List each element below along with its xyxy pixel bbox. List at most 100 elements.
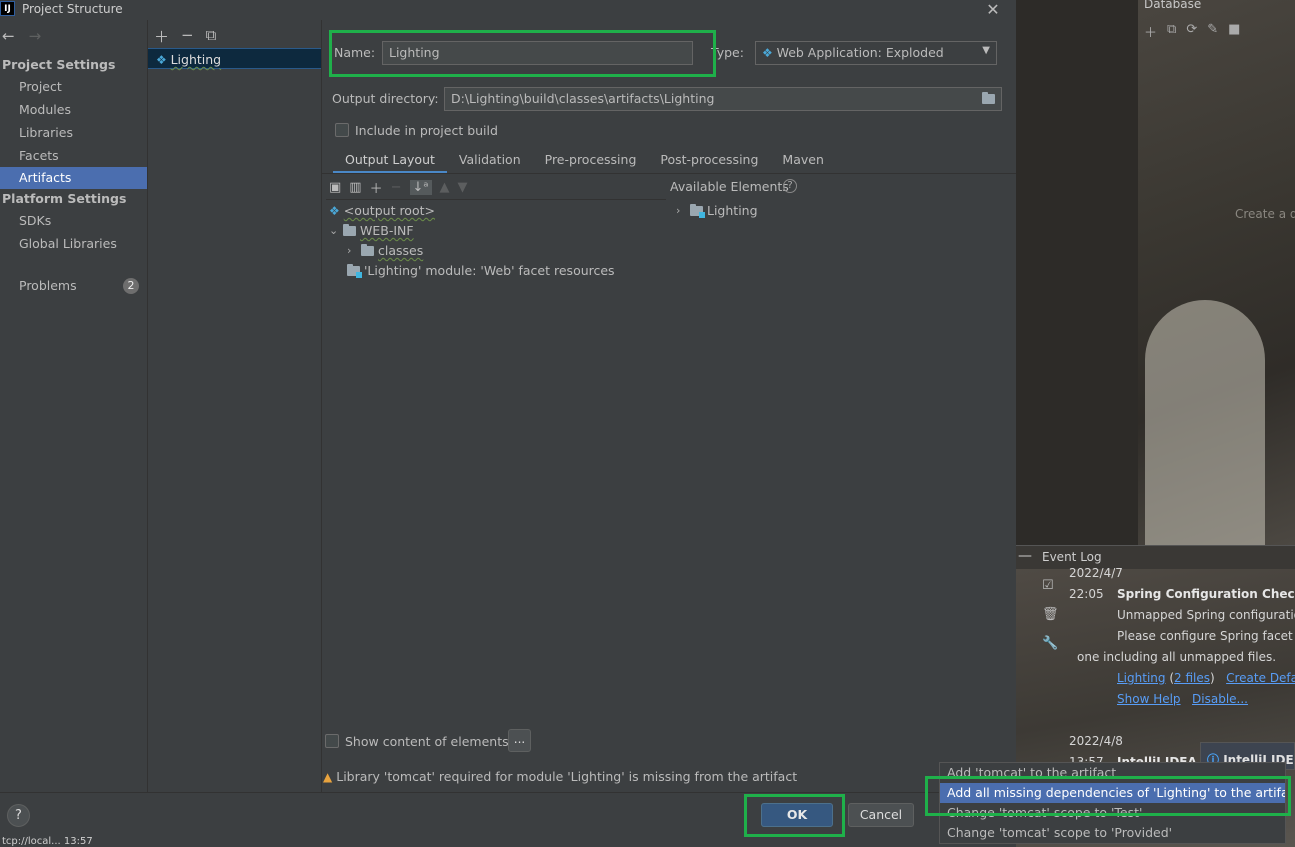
- output-directory-field[interactable]: D:\Lighting\build\classes\artifacts\Ligh…: [444, 87, 1002, 111]
- nav-item-project[interactable]: Project: [0, 76, 147, 98]
- close-icon[interactable]: ✕: [984, 0, 1002, 19]
- warning-text: Library 'tomcat' required for module 'Li…: [336, 769, 798, 784]
- trash-icon[interactable]: 🗑: [1042, 607, 1059, 622]
- folder-icon: [343, 223, 356, 236]
- type-select[interactable]: ❖ Web Application: Exploded ▼: [755, 41, 997, 65]
- copy-icon[interactable]: ⧉: [206, 26, 217, 47]
- database-toolbar: ＋ ⧉ ⟳ ✎ ■: [1144, 22, 1240, 41]
- forward-arrow-icon[interactable]: →: [29, 27, 42, 45]
- web-inf-label: WEB-INF: [360, 223, 414, 238]
- nav-item-artifacts[interactable]: Artifacts: [0, 167, 147, 189]
- wrench-icon[interactable]: 🔧: [1042, 636, 1059, 651]
- chevron-right-icon[interactable]: ›: [676, 204, 686, 217]
- log-date: 2022/4/8: [1069, 734, 1123, 748]
- move-up-icon[interactable]: ▲: [440, 180, 450, 195]
- add-icon[interactable]: ＋: [370, 178, 383, 197]
- log-heading: Spring Configuration Check: [1117, 587, 1295, 601]
- add-icon[interactable]: ＋: [1144, 22, 1157, 41]
- type-value: Web Application: Exploded: [776, 45, 944, 60]
- cancel-button[interactable]: Cancel: [848, 803, 914, 827]
- database-title: Database: [1144, 0, 1202, 11]
- add-icon[interactable]: ＋: [154, 26, 169, 47]
- title-bar: [0, 0, 1016, 20]
- tab-maven[interactable]: Maven: [770, 150, 835, 174]
- platform-settings-heading: Platform Settings: [2, 191, 127, 206]
- minimize-icon[interactable]: —: [1018, 548, 1032, 564]
- chevron-down-icon: ▼: [982, 45, 990, 56]
- include-in-build-checkbox[interactable]: [335, 123, 349, 137]
- include-in-build-label: Include in project build: [355, 123, 498, 138]
- remove-icon[interactable]: −: [391, 180, 402, 195]
- intellij-icon: IJ: [0, 1, 15, 16]
- tab-pre-processing[interactable]: Pre-processing: [533, 150, 649, 174]
- log-line: Please configure Spring facet o: [1117, 629, 1295, 643]
- facet-label: 'Lighting' module: 'Web' facet resources: [364, 263, 615, 278]
- stop-icon[interactable]: ■: [1228, 22, 1240, 41]
- available-lighting-label: Lighting: [707, 203, 758, 218]
- nav-item-modules[interactable]: Modules: [0, 99, 147, 121]
- warning-icon: ▲: [323, 770, 333, 784]
- files-link[interactable]: 2 files: [1174, 671, 1210, 685]
- tree-classes[interactable]: › classes: [347, 243, 423, 258]
- nav-item-sdks[interactable]: SDKs: [0, 210, 147, 232]
- popup-item-scope-provided[interactable]: Change 'tomcat' scope to 'Provided': [940, 823, 1285, 843]
- lighting-link[interactable]: Lighting: [1117, 671, 1166, 685]
- database-hint: Create a d: [1235, 207, 1295, 221]
- refresh-icon[interactable]: ⟳: [1186, 22, 1197, 41]
- create-default-link[interactable]: Create Defau: [1226, 671, 1295, 685]
- web-app-icon: ❖: [762, 46, 777, 60]
- log-line: Unmapped Spring configuratio: [1117, 608, 1295, 622]
- project-settings-heading: Project Settings: [2, 57, 116, 72]
- help-button[interactable]: ?: [7, 804, 30, 827]
- back-arrow-icon[interactable]: ←: [2, 27, 15, 45]
- web-facet-icon: [347, 263, 362, 278]
- classes-label: classes: [378, 243, 424, 258]
- log-date: 2022/4/7: [1069, 566, 1123, 580]
- move-down-icon[interactable]: ▼: [458, 180, 468, 195]
- tree-output-root[interactable]: ❖ <output root>: [329, 203, 435, 218]
- folder-icon[interactable]: [982, 92, 995, 107]
- tab-validation[interactable]: Validation: [447, 150, 533, 174]
- background-figure: [1145, 300, 1265, 545]
- mark-read-icon[interactable]: ☑: [1042, 578, 1059, 593]
- show-help-link[interactable]: Show Help: [1117, 692, 1181, 706]
- ok-button-highlight: [744, 794, 845, 837]
- tab-divider: [322, 173, 1016, 174]
- show-content-checkbox[interactable]: [325, 734, 339, 748]
- log-time: 22:05: [1069, 587, 1104, 601]
- nav-item-libraries[interactable]: Libraries: [0, 122, 147, 144]
- nav-item-global-libraries[interactable]: Global Libraries: [0, 233, 147, 255]
- status-text: tcp://local... 13:57: [2, 836, 93, 847]
- event-log-toolbar: ☑ 🗑 🔧: [1042, 578, 1059, 651]
- tab-post-processing[interactable]: Post-processing: [648, 150, 770, 174]
- layout-toolbar: ▣ ▥ ＋ − ↓ᵃ ▲ ▼: [329, 178, 468, 197]
- show-content-label: Show content of elements: [345, 734, 509, 749]
- popup-item-highlight: [925, 776, 1291, 816]
- chevron-right-icon[interactable]: ›: [347, 244, 357, 257]
- tab-output-layout[interactable]: Output Layout: [333, 150, 447, 174]
- ellipsis-button[interactable]: ...: [508, 729, 531, 752]
- window-title: Project Structure: [22, 2, 123, 16]
- tree-divider: [326, 199, 666, 200]
- sort-icon[interactable]: ↓ᵃ: [409, 180, 432, 195]
- chevron-down-icon[interactable]: ⌄: [329, 224, 339, 237]
- available-lighting[interactable]: › Lighting: [676, 203, 758, 218]
- archive-icon[interactable]: ▥: [349, 180, 361, 195]
- output-root-label: <output root>: [343, 203, 435, 218]
- new-folder-icon[interactable]: ▣: [329, 180, 341, 195]
- output-root-icon: ❖: [329, 203, 340, 218]
- copy-icon[interactable]: ⧉: [1167, 22, 1176, 41]
- remove-icon[interactable]: −: [181, 26, 194, 47]
- nav-item-facets[interactable]: Facets: [0, 145, 147, 167]
- tree-facet-resources[interactable]: 'Lighting' module: 'Web' facet resources: [347, 263, 615, 278]
- disable-link[interactable]: Disable...: [1192, 692, 1248, 706]
- tree-web-inf[interactable]: ⌄ WEB-INF: [329, 223, 414, 238]
- editor-area: [1016, 0, 1138, 545]
- warning-message[interactable]: ▲ Library 'tomcat' required for module 'L…: [323, 769, 797, 784]
- artifact-toolbar: ＋ − ⧉: [154, 26, 216, 47]
- edit-icon[interactable]: ✎: [1207, 22, 1218, 41]
- help-icon[interactable]: ?: [783, 179, 797, 193]
- output-directory-value: D:\Lighting\build\classes\artifacts\Ligh…: [451, 91, 715, 106]
- log-links-2: Show Help Disable...: [1117, 692, 1248, 706]
- artifact-item[interactable]: ❖ Lighting: [148, 48, 321, 69]
